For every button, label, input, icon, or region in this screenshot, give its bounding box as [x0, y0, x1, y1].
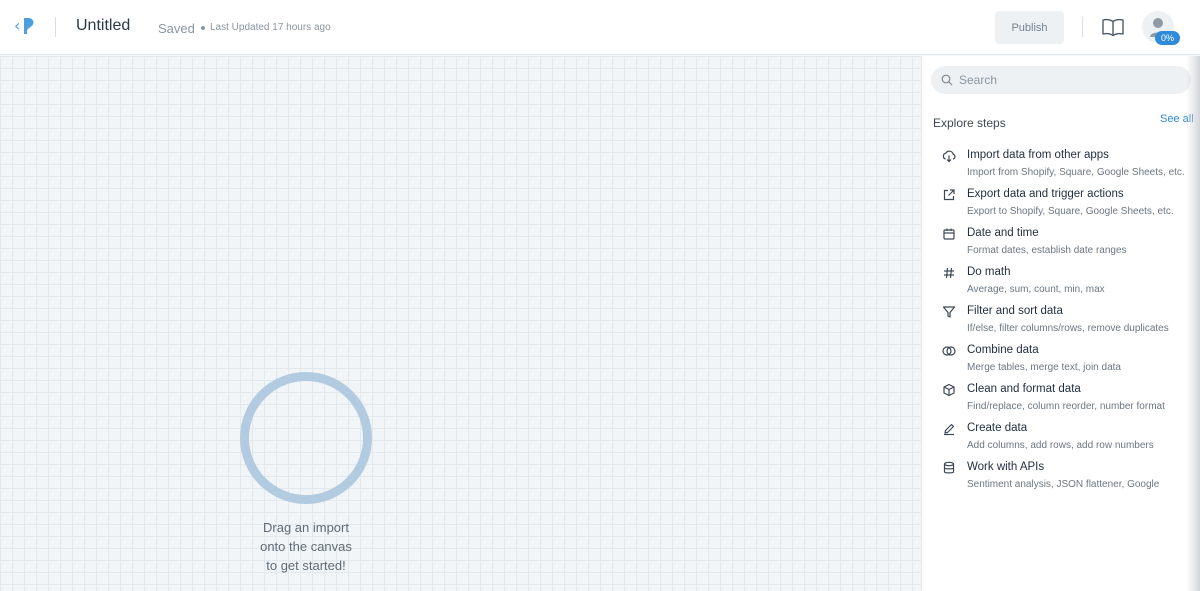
step-create-data[interactable]: Create data Add columns, add rows, add r… — [942, 421, 1192, 453]
step-name: Filter and sort data — [967, 305, 1063, 317]
steps-list: Import data from other apps Import from … — [942, 148, 1192, 499]
step-description: Format dates, establish date ranges — [967, 245, 1127, 256]
book-icon[interactable] — [1101, 17, 1125, 37]
back-button[interactable]: ‹ — [14, 17, 34, 35]
header-divider — [55, 17, 56, 37]
step-export-data[interactable]: Export data and trigger actions Export t… — [942, 187, 1192, 219]
step-name: Date and time — [967, 227, 1039, 239]
document-title[interactable]: Untitled — [76, 17, 130, 35]
progress-badge: 0% — [1155, 31, 1181, 45]
canvas-hint-line3: to get started! — [266, 558, 346, 573]
canvas-hint: Drag an import onto the canvas to get st… — [235, 518, 377, 575]
search-input[interactable] — [959, 73, 1179, 87]
step-name: Work with APIs — [967, 461, 1045, 473]
external-link-icon — [943, 189, 955, 201]
last-updated-text: Last Updated 17 hours ago — [210, 22, 331, 33]
step-import-data[interactable]: Import data from other apps Import from … — [942, 148, 1192, 180]
step-description: Sentiment analysis, JSON flattener, Goog… — [967, 479, 1160, 490]
step-name: Export data and trigger actions — [967, 188, 1124, 200]
cloud-download-icon — [942, 150, 956, 163]
step-description: Add columns, add rows, add row numbers — [967, 440, 1154, 451]
step-name: Combine data — [967, 344, 1039, 356]
status-separator-dot — [201, 26, 205, 30]
step-description: Import from Shopify, Square, Google Shee… — [967, 167, 1185, 178]
step-clean-format[interactable]: Clean and format data Find/replace, colu… — [942, 382, 1192, 414]
scroll-shadow — [1186, 56, 1200, 591]
canvas-hint-line1: Drag an import — [263, 520, 349, 535]
step-filter-sort[interactable]: Filter and sort data If/else, filter col… — [942, 304, 1192, 336]
step-name: Do math — [967, 266, 1011, 278]
publish-button[interactable]: Publish — [995, 11, 1064, 44]
step-name: Import data from other apps — [967, 149, 1109, 161]
header-divider-right — [1082, 17, 1083, 37]
combine-icon — [942, 346, 956, 356]
save-status: Saved — [158, 21, 195, 36]
step-name: Create data — [967, 422, 1028, 434]
canvas-hint-line2: onto the canvas — [260, 539, 352, 554]
chevron-left-icon: ‹ — [14, 16, 21, 35]
hash-icon — [944, 267, 954, 279]
step-date-time[interactable]: Date and time Format dates, establish da… — [942, 226, 1192, 258]
search-bar[interactable] — [931, 66, 1191, 94]
pencil-icon — [944, 423, 955, 436]
app-logo-icon — [24, 18, 34, 34]
step-description: Merge tables, merge text, join data — [967, 362, 1121, 373]
top-bar: ‹ Untitled Saved Last Updated 17 hours a… — [0, 0, 1200, 55]
drop-target-ring — [240, 372, 372, 504]
step-description: Find/replace, column reorder, number for… — [967, 401, 1165, 412]
calendar-icon — [943, 228, 955, 240]
database-icon — [943, 461, 955, 474]
step-description: Export to Shopify, Square, Google Sheets… — [967, 206, 1174, 217]
step-description: If/else, filter columns/rows, remove dup… — [967, 323, 1169, 334]
steps-sidebar: Explore steps See all Import data from o… — [921, 56, 1200, 591]
step-combine-data[interactable]: Combine data Merge tables, merge text, j… — [942, 343, 1192, 375]
search-icon — [941, 74, 953, 86]
workflow-canvas[interactable]: Drag an import onto the canvas to get st… — [0, 56, 921, 591]
explore-steps-heading: Explore steps — [933, 116, 1006, 130]
filter-icon — [942, 306, 956, 318]
step-name: Clean and format data — [967, 383, 1081, 395]
step-description: Average, sum, count, min, max — [967, 284, 1105, 295]
step-do-math[interactable]: Do math Average, sum, count, min, max — [942, 265, 1192, 297]
box-icon — [943, 383, 955, 397]
step-work-apis[interactable]: Work with APIs Sentiment analysis, JSON … — [942, 460, 1192, 492]
